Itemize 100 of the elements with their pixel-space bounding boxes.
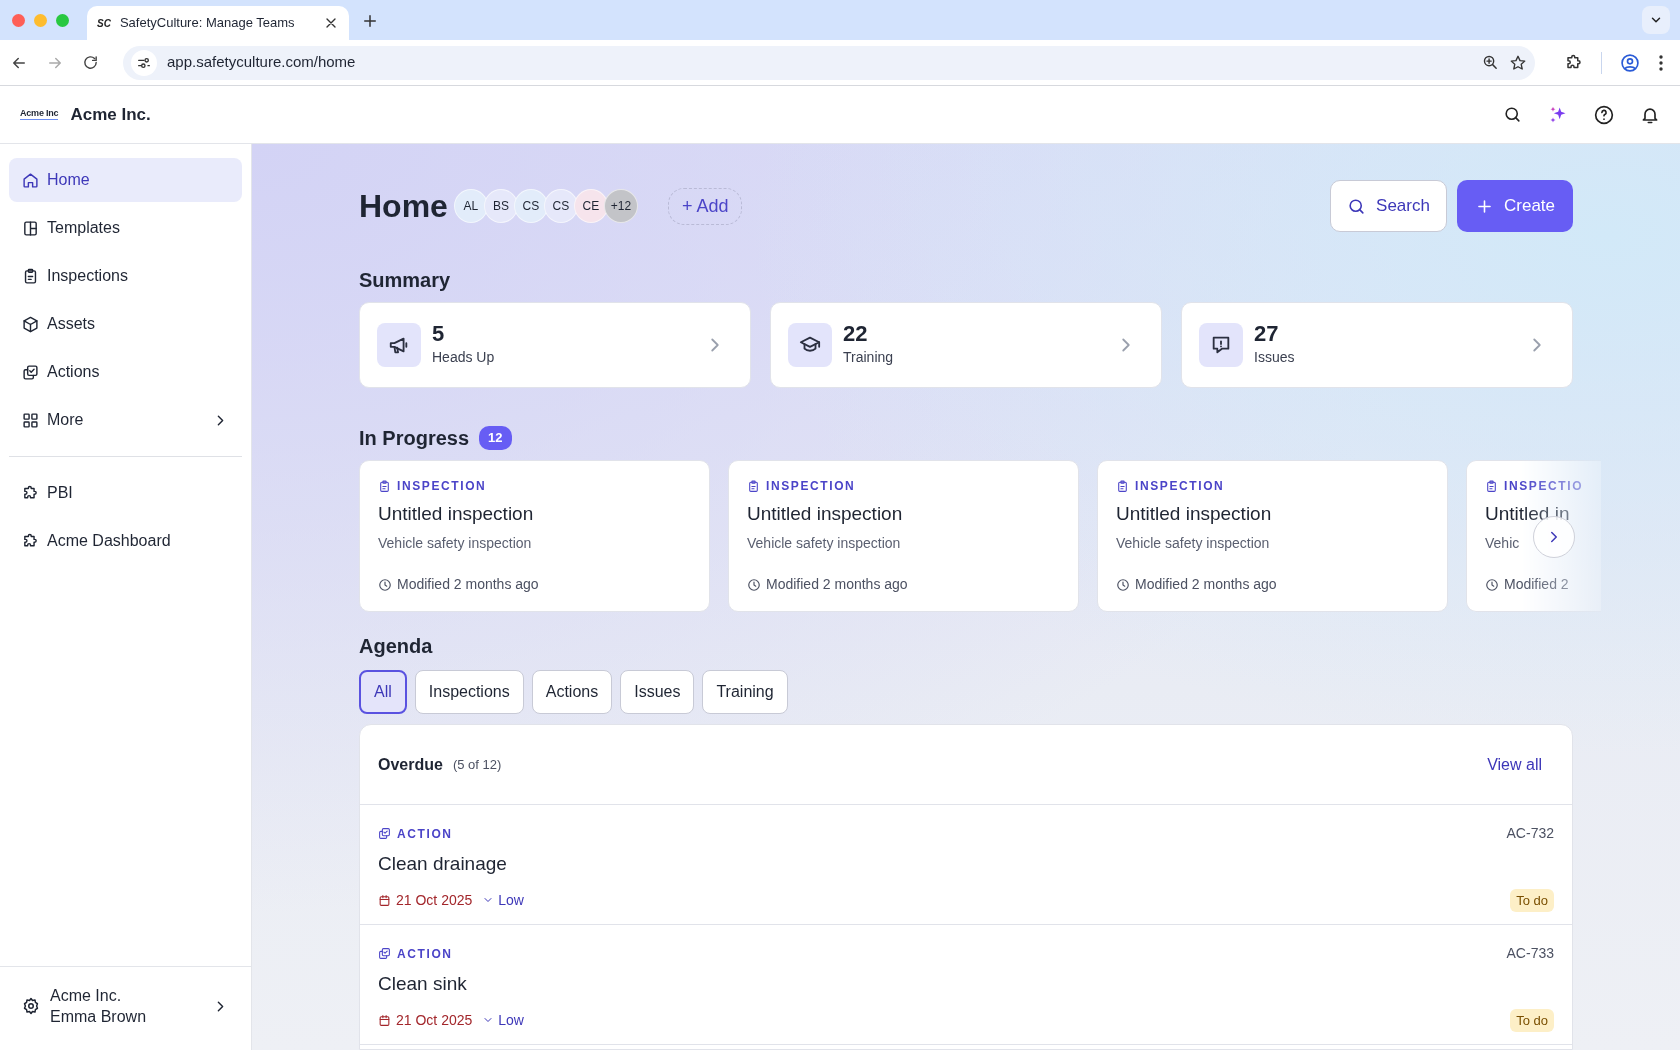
clock-icon bbox=[747, 577, 761, 592]
account-menu[interactable]: Acme Inc. Emma Brown bbox=[0, 965, 251, 1050]
section-heading: Agenda bbox=[359, 634, 434, 658]
user-name: Emma Brown bbox=[50, 1007, 148, 1028]
sidebar-item[interactable]: Inspections bbox=[9, 254, 242, 298]
inspection-card[interactable]: INSPECTION Untitled inspection Vehicle safety inspection Modified 2 months ago bbox=[1097, 460, 1448, 612]
member-avatar[interactable]: BS bbox=[483, 189, 518, 223]
alert-icon bbox=[1210, 334, 1232, 356]
action-id: AC-732 bbox=[1506, 824, 1554, 843]
clipboard-icon bbox=[22, 267, 39, 285]
profile-icon bbox=[1620, 52, 1640, 73]
member-avatar[interactable]: CE bbox=[573, 189, 608, 223]
section-heading: In Progress bbox=[359, 426, 470, 450]
type-label: INSPECTIO bbox=[1485, 477, 1584, 495]
checklist-icon bbox=[22, 363, 39, 381]
inspection-card[interactable]: INSPECTIO Untitled in Vehic Modified 2 bbox=[1466, 460, 1602, 612]
filter-tab[interactable]: Actions bbox=[531, 670, 613, 714]
priority: Low bbox=[482, 889, 524, 911]
card-subtitle: Vehic bbox=[1485, 533, 1520, 553]
maximize-window-button[interactable] bbox=[56, 13, 69, 27]
clipboard-icon bbox=[378, 479, 391, 493]
member-avatar[interactable]: CS bbox=[543, 189, 578, 223]
clock-icon bbox=[1485, 577, 1499, 592]
sidebar-item[interactable]: Acme Dashboard bbox=[9, 519, 242, 563]
section-heading: Summary bbox=[359, 268, 452, 292]
card-subtitle: Vehicle safety inspection bbox=[747, 533, 901, 553]
inspection-card[interactable]: INSPECTION Untitled inspection Vehicle safety inspection Modified 2 months ago bbox=[359, 460, 710, 612]
home-icon bbox=[22, 171, 39, 189]
modified-time: Modified 2 months ago bbox=[378, 574, 691, 595]
summary-label: Training bbox=[843, 347, 895, 367]
search-button[interactable]: Search bbox=[1330, 180, 1447, 232]
close-window-button[interactable] bbox=[12, 13, 25, 27]
count: 27 bbox=[1254, 322, 1280, 347]
org-name: Acme Inc. bbox=[50, 985, 123, 1006]
action-title: Clean sink bbox=[378, 972, 468, 996]
layout-icon bbox=[22, 219, 39, 237]
add-member-button[interactable]: + Add bbox=[667, 187, 743, 225]
filter-tab[interactable]: Inspections bbox=[414, 670, 524, 714]
summary-card[interactable]: 5 Heads Up bbox=[359, 302, 751, 388]
card-title: Untitled inspection bbox=[378, 502, 535, 526]
modified-time: Modified 2 months ago bbox=[747, 574, 1060, 595]
filter-tab[interactable]: All bbox=[359, 670, 407, 714]
clipboard-icon bbox=[1485, 479, 1498, 493]
summary-label: Heads Up bbox=[432, 347, 496, 367]
sidebar-item[interactable]: PBI bbox=[9, 471, 242, 515]
clipboard-icon bbox=[747, 479, 760, 493]
address-bar[interactable]: app.safetyculture.com/home bbox=[123, 45, 1535, 80]
checklist-icon bbox=[378, 947, 391, 960]
sidebar-item[interactable]: More bbox=[9, 398, 242, 442]
view-all-link[interactable]: View all bbox=[1487, 752, 1542, 777]
type-label: ACTION bbox=[378, 944, 453, 963]
group-title: Overdue bbox=[378, 754, 443, 775]
inspection-card[interactable]: INSPECTION Untitled inspection Vehicle safety inspection Modified 2 months ago bbox=[728, 460, 1079, 612]
help-icon bbox=[1594, 104, 1614, 125]
clipboard-icon bbox=[1116, 479, 1129, 493]
favicon: SC bbox=[97, 16, 111, 31]
browser-tab[interactable]: SC SafetyCulture: Manage Teams bbox=[87, 6, 349, 40]
filter-tab[interactable]: Training bbox=[702, 670, 788, 714]
member-avatar[interactable]: AL bbox=[453, 189, 488, 223]
reload-icon bbox=[82, 54, 99, 71]
summary-card[interactable]: 22 Training bbox=[770, 302, 1162, 388]
member-avatar[interactable]: CS bbox=[513, 189, 548, 223]
count: 5 bbox=[432, 322, 446, 347]
search-icon bbox=[1503, 105, 1522, 124]
due-date: 21 Oct 2025 bbox=[378, 1009, 473, 1031]
due-date: 21 Oct 2025 bbox=[378, 889, 473, 911]
org-name: Acme Inc. bbox=[70, 103, 151, 126]
gear-icon bbox=[22, 997, 40, 1016]
tab-list-button[interactable] bbox=[1642, 6, 1670, 34]
card-subtitle: Vehicle safety inspection bbox=[1116, 533, 1270, 553]
sidebar-item[interactable]: Assets bbox=[9, 302, 242, 346]
action-row[interactable]: ACTION AC-733 Clean sink 21 Oct 2025 Low To do bbox=[360, 925, 1572, 1045]
cube-icon bbox=[22, 315, 39, 333]
summary-label: Issues bbox=[1254, 347, 1296, 367]
count-badge: 12 bbox=[479, 426, 512, 450]
minimize-window-button[interactable] bbox=[34, 13, 47, 27]
menu-icon bbox=[1658, 53, 1664, 72]
sidebar-item[interactable]: Actions bbox=[9, 350, 242, 394]
card-title: Untitled inspection bbox=[747, 502, 904, 526]
sidebar-item[interactable]: Templates bbox=[9, 206, 242, 250]
sidebar-item[interactable]: Home bbox=[9, 158, 242, 202]
page-title: Home bbox=[359, 186, 448, 226]
count: 22 bbox=[843, 322, 869, 347]
card-title: Untitled inspection bbox=[1116, 502, 1273, 526]
type-label: INSPECTION bbox=[1116, 477, 1429, 495]
clock-icon bbox=[378, 577, 392, 592]
tab-title: SafetyCulture: Manage Teams bbox=[119, 14, 296, 33]
priority: Low bbox=[482, 1009, 524, 1031]
summary-card[interactable]: 27 Issues bbox=[1181, 302, 1573, 388]
filter-tab[interactable]: Issues bbox=[620, 670, 695, 714]
modified-time: Modified 2 months ago bbox=[1116, 574, 1429, 595]
action-id: AC-733 bbox=[1506, 944, 1554, 963]
status-badge: To do bbox=[1510, 1008, 1554, 1032]
type-label: ACTION bbox=[378, 824, 453, 843]
zoom-in-icon bbox=[1482, 54, 1499, 71]
checklist-icon bbox=[378, 827, 391, 840]
create-button[interactable]: Create bbox=[1457, 180, 1573, 232]
action-row[interactable]: ACTION AC-732 Clean drainage 21 Oct 2025 Low To do bbox=[360, 805, 1572, 925]
member-avatar[interactable]: +12 bbox=[603, 189, 638, 223]
action-title: Clean drainage bbox=[378, 852, 508, 876]
